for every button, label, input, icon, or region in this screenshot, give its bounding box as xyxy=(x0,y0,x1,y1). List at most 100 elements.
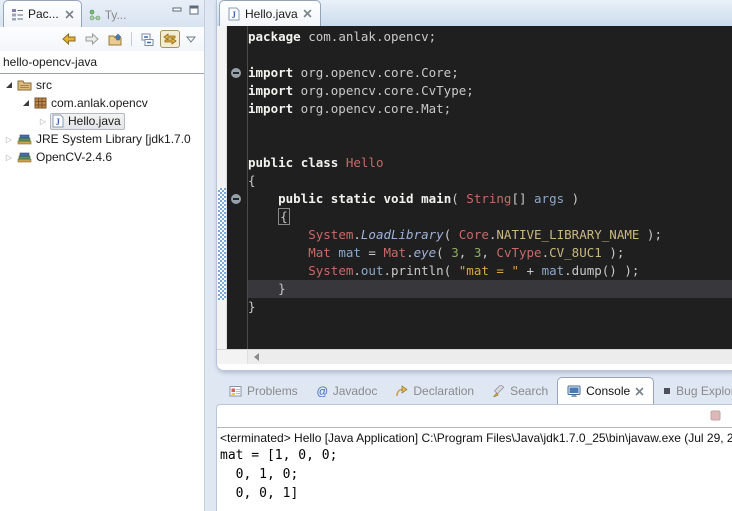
console-output-line: 0, 0, 1] xyxy=(220,484,732,503)
annotation-ruler xyxy=(217,26,227,349)
project-separator xyxy=(0,73,204,74)
package-explorer-view: Pac... Ty... hello-opencv-java srccom.anl… xyxy=(0,0,205,511)
tab-problems[interactable]: Problems xyxy=(220,377,307,404)
code-line xyxy=(248,118,732,136)
library-icon xyxy=(17,133,32,145)
code-line: public static void main( String[] args ) xyxy=(248,190,732,208)
search-icon xyxy=(492,385,505,397)
java-file-icon: J xyxy=(52,114,64,128)
horizontal-scrollbar[interactable] xyxy=(217,349,732,364)
editor-footer-pad xyxy=(217,364,732,370)
code-line: System.out.println( "mat = " + mat.dump(… xyxy=(248,262,732,280)
up-button[interactable] xyxy=(105,30,125,49)
bottom-tab-label: Bug Explorer xyxy=(676,384,732,398)
tree-item-hello-java[interactable]: ▷ J Hello.java xyxy=(0,112,204,130)
tree-item-label: Hello.java xyxy=(68,114,121,128)
view-tab-label: Ty... xyxy=(105,8,127,22)
code-line: { xyxy=(248,172,732,190)
collapse-all-button[interactable] xyxy=(138,30,157,49)
java-file-icon: J xyxy=(228,7,240,21)
tab-ty[interactable]: Ty... xyxy=(82,1,134,28)
tab-hello-java[interactable]: J Hello.java xyxy=(219,0,321,26)
back-icon xyxy=(62,33,76,45)
bottom-tab-label: Console xyxy=(586,384,630,398)
svg-text:J: J xyxy=(56,117,61,127)
close-icon[interactable] xyxy=(635,387,644,396)
minimize-icon[interactable] xyxy=(172,5,182,15)
console-icon xyxy=(567,385,581,398)
bottom-tab-label: Search xyxy=(510,384,548,398)
package-explorer-tab-bar: Pac... Ty... xyxy=(0,0,204,27)
view-tab-label: Pac... xyxy=(28,7,59,21)
console-toolbar xyxy=(217,405,732,428)
tree-item-label: JRE System Library [jdk1.7.0 xyxy=(36,132,191,146)
tree-item-jre-system-library-jdk1-7-0[interactable]: ▷ JRE System Library [jdk1.7.0 xyxy=(0,130,204,148)
tab-javadoc[interactable]: @Javadoc xyxy=(307,377,387,404)
tab-bug-explorer[interactable]: Bug Explorer xyxy=(654,377,732,404)
close-icon[interactable] xyxy=(65,10,74,19)
back-button[interactable] xyxy=(59,30,79,48)
maximize-icon[interactable] xyxy=(189,5,199,15)
editor-tab-bar: J Hello.java xyxy=(217,0,732,26)
view-window-buttons xyxy=(172,5,199,15)
project-label: hello-opencv-java xyxy=(0,51,204,71)
code-line xyxy=(248,46,732,64)
code-line: package com.anlak.opencv; xyxy=(248,28,732,46)
console-output-line: mat = [1, 0, 0; xyxy=(220,446,732,465)
tab-pac[interactable]: Pac... xyxy=(3,0,82,27)
fold-collapse-icon[interactable] xyxy=(231,194,241,204)
expand-twisty-icon[interactable]: ▷ xyxy=(2,153,16,162)
svg-text:J: J xyxy=(232,10,237,20)
tree-item-com-anlak-opencv[interactable]: com.anlak.opencv xyxy=(0,94,204,112)
tab-search[interactable]: Search xyxy=(483,377,557,404)
collapse-twisty-icon[interactable] xyxy=(2,82,16,88)
tree-item-opencv-2-4-6[interactable]: ▷OpenCV-2.4.6 xyxy=(0,148,204,166)
forward-button[interactable] xyxy=(82,30,102,48)
console-output[interactable]: mat = [1, 0, 0; 0, 1, 0; 0, 0, 1] xyxy=(217,446,732,503)
expand-twisty-icon[interactable]: ▷ xyxy=(2,135,16,144)
code-editor[interactable]: package com.anlak.opencv; import org.open… xyxy=(217,26,732,349)
view-menu-icon xyxy=(186,36,196,43)
console-status-line: <terminated> Hello [Java Application] C:… xyxy=(217,428,732,446)
code-line: import org.opencv.core.Mat; xyxy=(248,100,732,118)
code-line: } xyxy=(248,298,732,316)
forward-icon xyxy=(85,33,99,45)
toolbar-separator xyxy=(131,32,132,46)
code-line: Mat mat = Mat.eye( 3, 3, CvType.CV_8UC1 … xyxy=(248,244,732,262)
bottom-tab-label: Declaration xyxy=(413,384,474,398)
library-icon xyxy=(17,151,32,163)
fold-collapse-icon[interactable] xyxy=(231,68,241,78)
type-hierarchy-icon xyxy=(89,9,101,21)
editor-area: J Hello.java package com.anlak.opencv; im… xyxy=(216,0,732,371)
bottom-tab-bar: Problems@Javadoc Declaration Search Console… xyxy=(216,377,732,404)
package-explorer-icon xyxy=(11,8,24,21)
tree-item-src[interactable]: src xyxy=(0,76,204,94)
scroll-left-icon[interactable] xyxy=(248,350,264,364)
code-line: public class Hello xyxy=(248,154,732,172)
code-lines: package com.anlak.opencv; import org.open… xyxy=(248,28,732,316)
code-line: import org.opencv.core.Core; xyxy=(248,64,732,82)
bottom-tab-label: Javadoc xyxy=(333,384,378,398)
square-icon xyxy=(663,387,671,395)
range-indicator xyxy=(218,188,226,300)
terminate-icon[interactable] xyxy=(710,410,721,421)
project-tree: srccom.anlak.opencv ▷ J Hello.java ▷ JRE Syst… xyxy=(0,76,204,166)
tab-declaration[interactable]: Declaration xyxy=(386,377,483,404)
console-content: <terminated> Hello [Java Application] C:… xyxy=(216,404,732,511)
link-with-editor-button[interactable] xyxy=(160,30,180,48)
package-icon xyxy=(34,97,47,109)
package-explorer-content: hello-opencv-java srccom.anlak.opencv ▷ JH… xyxy=(0,51,204,166)
code-line xyxy=(248,136,732,154)
eclipse-workbench: Pac... Ty... hello-opencv-java srccom.anl… xyxy=(0,0,732,511)
expand-twisty-icon[interactable]: ▷ xyxy=(36,117,50,126)
close-icon[interactable] xyxy=(303,9,312,18)
code-line: System.LoadLibrary( Core.NATIVE_LIBRARY_… xyxy=(248,226,732,244)
folding-gutter xyxy=(227,26,248,349)
view-menu-button[interactable] xyxy=(183,33,199,46)
collapse-twisty-icon[interactable] xyxy=(19,100,33,106)
scrollbar-corner xyxy=(217,350,248,364)
declaration-icon xyxy=(395,385,408,397)
editor-tab-label: Hello.java xyxy=(245,7,298,21)
code-line: { xyxy=(248,208,732,226)
tab-console[interactable]: Console xyxy=(557,377,654,404)
